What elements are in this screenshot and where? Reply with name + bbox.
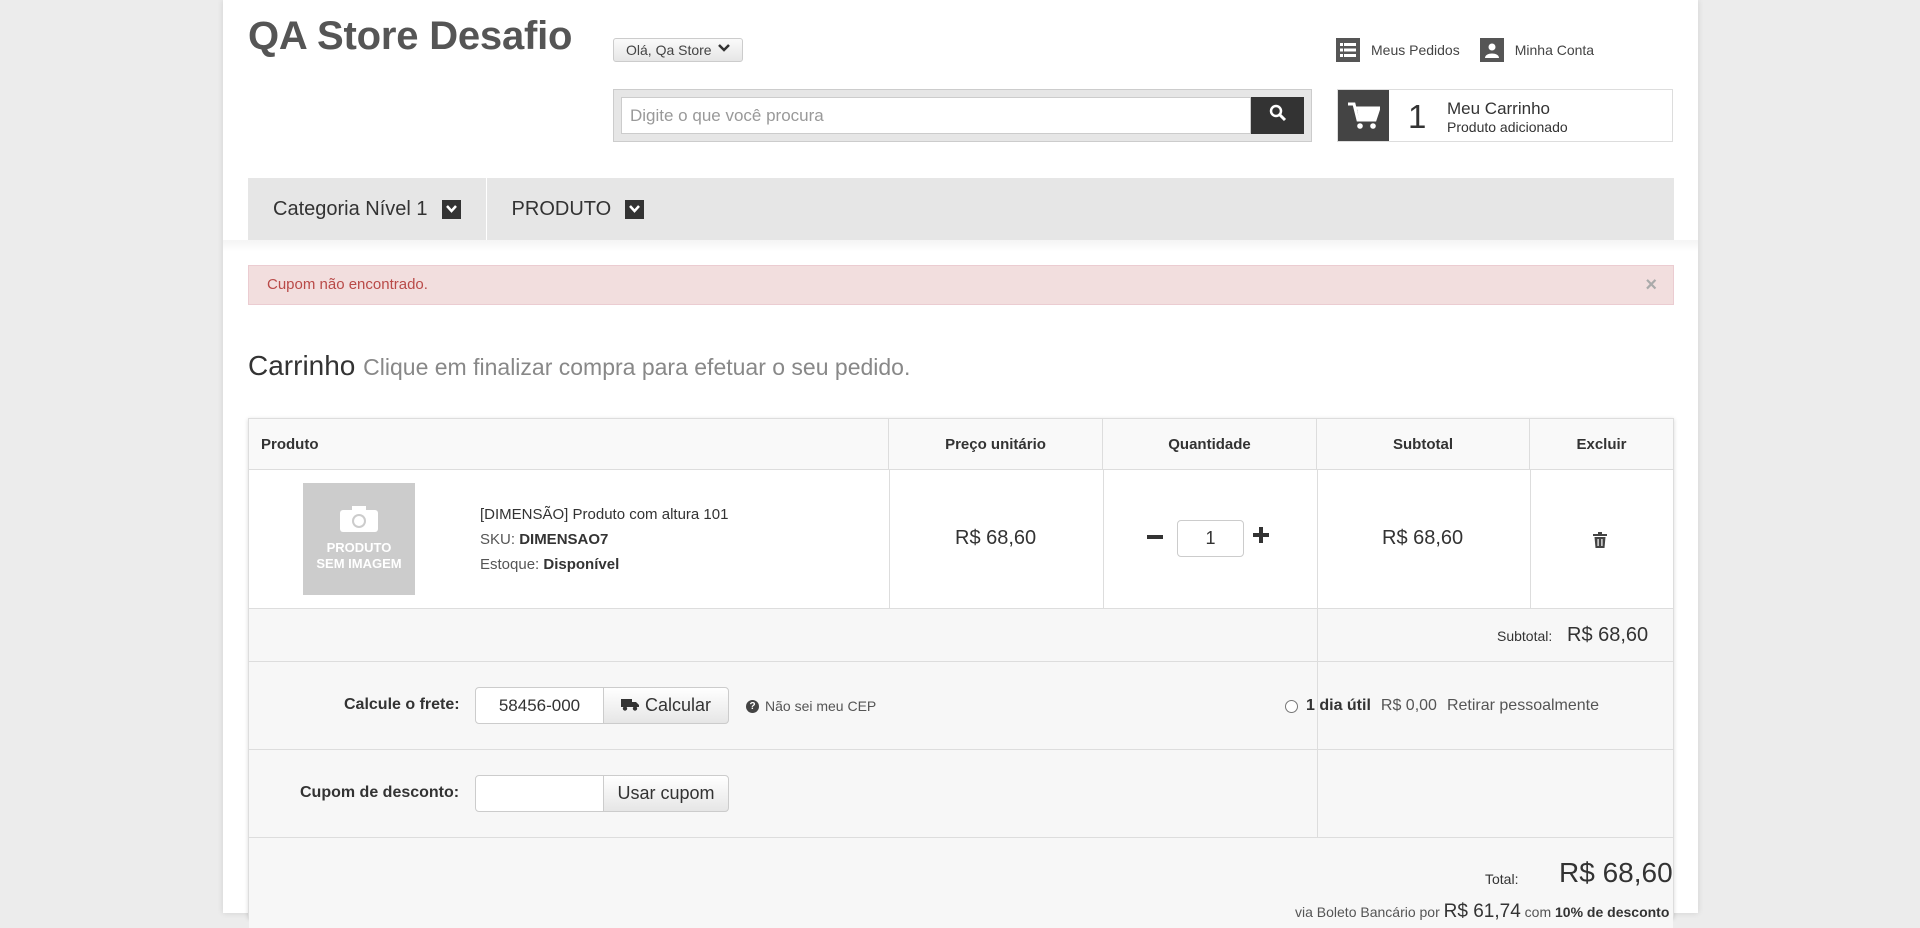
- unit-price: R$ 68,60: [955, 527, 1037, 549]
- subtotal-label: Subtotal:: [1497, 628, 1553, 644]
- mini-cart[interactable]: 1 Meu Carrinho Produto adicionado: [1337, 89, 1673, 142]
- subtotal-value: R$ 68,60: [1567, 624, 1649, 646]
- shipping-option-name: Retirar pessoalmente: [1446, 697, 1600, 714]
- coupon-label: Cupom de desconto:: [300, 784, 460, 801]
- column-divider: [1317, 470, 1318, 608]
- chevron-down-icon: [625, 199, 645, 219]
- nav-divider: [223, 240, 1698, 252]
- subtotal-row: Subtotal: R$ 68,60: [249, 609, 1673, 661]
- alert-message: Cupom não encontrado.: [267, 276, 428, 293]
- cart-subtitle: Produto adicionado: [1447, 119, 1568, 135]
- sku-value: DIMENSAO7: [519, 531, 609, 548]
- nav-item-label: PRODUTO: [511, 197, 612, 220]
- boleto-com: com: [1524, 904, 1552, 920]
- page-subtitle: Clique em finalizar compra para efetuar …: [363, 354, 911, 380]
- sku-label: SKU:: [480, 531, 516, 548]
- calculate-button-label: Calcular: [644, 695, 712, 715]
- category-nav: Categoria Nível 1 PRODUTO: [248, 178, 1674, 240]
- question-icon: ?: [746, 699, 759, 713]
- search-button[interactable]: [1251, 97, 1304, 134]
- search-input[interactable]: [621, 97, 1251, 134]
- chevron-down-icon: [441, 199, 461, 219]
- cep-input[interactable]: [475, 687, 604, 724]
- header-product: Produto: [249, 419, 889, 470]
- greeting-label: Olá, Qa Store: [626, 42, 712, 58]
- header-subtotal: Subtotal: [1317, 419, 1530, 470]
- item-subtotal: R$ 68,60: [1382, 527, 1464, 549]
- camera-icon: [340, 506, 378, 536]
- boleto-discount-note: via Boleto Bancário por R$ 61,74 com 10%…: [1295, 901, 1669, 923]
- coupon-row: [249, 750, 1673, 837]
- header-unit-price: Preço unitário: [889, 419, 1103, 470]
- shipping-option-days: 1 dia útil: [1306, 697, 1371, 714]
- nav-item-label: Categoria Nível 1: [273, 197, 428, 220]
- stock-label: Estoque:: [480, 556, 540, 573]
- apply-coupon-label: Usar cupom: [617, 783, 715, 803]
- column-divider: [1103, 470, 1104, 608]
- top-links: Meus Pedidos Minha Conta: [1336, 38, 1594, 62]
- boleto-discount: 10% de desconto: [1555, 904, 1670, 920]
- dont-know-cep-link[interactable]: ? Não sei meu CEP: [746, 698, 876, 714]
- shipping-option-price: R$ 0,00: [1380, 697, 1437, 714]
- search-bar: [613, 89, 1312, 142]
- cart-count: 1: [1408, 98, 1427, 135]
- page-title: Carrinho Clique em finalizar compra para…: [248, 350, 910, 382]
- my-account-label: Minha Conta: [1514, 42, 1595, 58]
- shipping-option[interactable]: 1 dia útil R$ 0,00 Retirar pessoalmente: [1285, 697, 1599, 715]
- total-label: Total:: [1485, 871, 1519, 887]
- nav-item-produto[interactable]: PRODUTO: [487, 178, 670, 240]
- quantity-input[interactable]: [1177, 520, 1244, 557]
- store-logo[interactable]: QA Store Desafio: [248, 14, 572, 59]
- thumb-text-line1: PRODUTO: [326, 540, 392, 555]
- decrease-quantity-button[interactable]: [1147, 524, 1163, 552]
- product-stock: Estoque: Disponível: [480, 556, 619, 573]
- truck-icon: [620, 695, 639, 716]
- list-icon: [1336, 38, 1360, 62]
- my-orders-label: Meus Pedidos: [1371, 42, 1460, 58]
- header-remove: Excluir: [1530, 419, 1673, 470]
- error-alert: Cupom não encontrado. ×: [248, 265, 1674, 305]
- shipping-option-radio[interactable]: [1285, 699, 1298, 713]
- page-container: QA Store Desafio Olá, Qa Store Meus Pedi…: [223, 0, 1698, 928]
- shipping-label: Calcule o frete:: [344, 696, 460, 713]
- trash-icon[interactable]: [1593, 532, 1607, 553]
- column-divider: [1530, 470, 1531, 608]
- coupon-input[interactable]: [475, 775, 604, 812]
- chevron-down-icon: [717, 38, 730, 62]
- product-name-link[interactable]: [DIMENSÃO] Produto com altura 101: [480, 506, 728, 523]
- boleto-value: R$ 61,74: [1443, 901, 1521, 922]
- dont-know-cep-label: Não sei meu CEP: [765, 698, 877, 714]
- boleto-prefix: via Boleto Bancário por: [1295, 904, 1440, 920]
- my-orders-link[interactable]: Meus Pedidos: [1336, 38, 1460, 62]
- user-icon: [1479, 38, 1504, 62]
- thumb-text-line2: SEM IMAGEM: [316, 556, 402, 571]
- nav-item-categoria-nivel-1[interactable]: Categoria Nível 1: [248, 178, 487, 240]
- my-account-link[interactable]: Minha Conta: [1479, 38, 1595, 62]
- stock-value: Disponível: [543, 556, 620, 573]
- user-greeting-dropdown[interactable]: Olá, Qa Store: [613, 38, 743, 62]
- cart-title: Meu Carrinho: [1447, 99, 1550, 118]
- apply-coupon-button[interactable]: Usar cupom: [603, 775, 729, 812]
- increase-quantity-button[interactable]: [1253, 522, 1269, 550]
- column-divider: [889, 470, 890, 608]
- search-icon: [1269, 104, 1287, 127]
- total-value: R$ 68,60: [1559, 857, 1673, 888]
- cart-icon: [1338, 90, 1389, 141]
- close-icon[interactable]: ×: [1645, 266, 1657, 304]
- page-title-main: Carrinho: [248, 350, 356, 381]
- product-sku: SKU: DIMENSAO7: [480, 531, 608, 548]
- column-divider: [1317, 750, 1318, 837]
- calculate-shipping-button[interactable]: Calcular: [603, 687, 729, 724]
- product-thumbnail[interactable]: PRODUTO SEM IMAGEM: [303, 483, 415, 595]
- header-quantity: Quantidade: [1103, 419, 1317, 470]
- cart-table: Produto Preço unitário Quantidade Subtot…: [248, 418, 1674, 928]
